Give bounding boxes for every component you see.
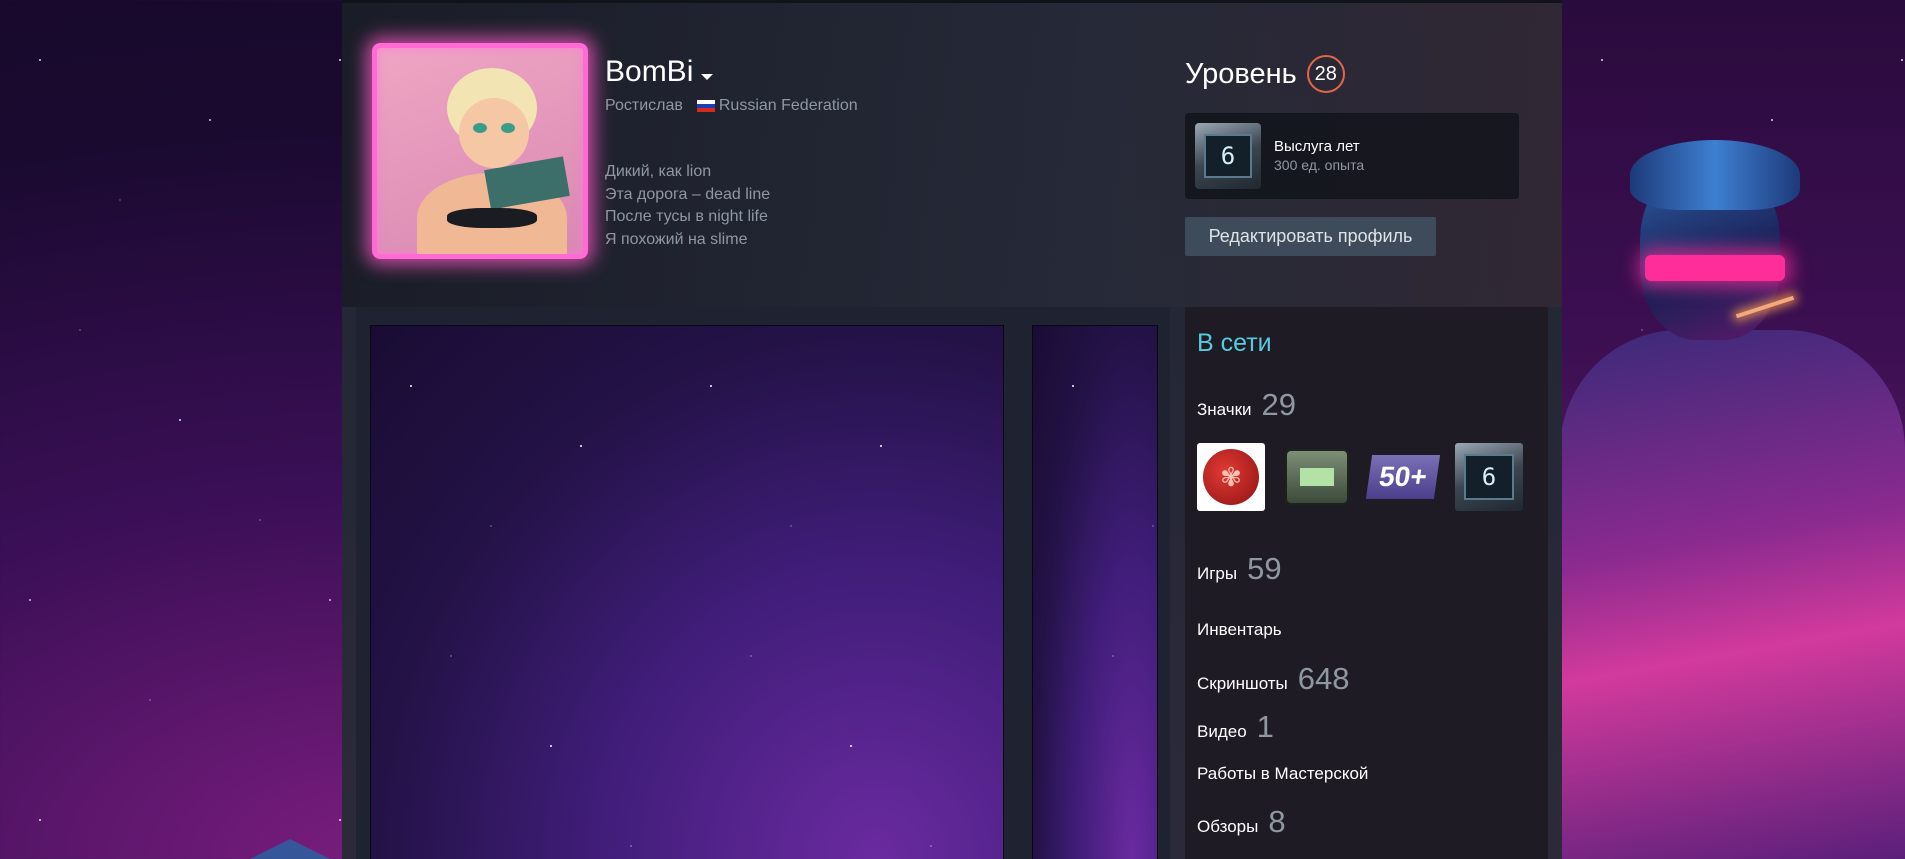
summary-line: Дикий, как lion xyxy=(605,163,712,180)
level-label: Уровень xyxy=(1185,57,1297,90)
screenshot-showcase xyxy=(356,307,1170,859)
wax-seal-icon: ✾ xyxy=(1203,449,1259,505)
background-mountain xyxy=(250,839,330,859)
real-name-row: Ростислав Russian Federation xyxy=(605,97,858,115)
reviews-label: Обзоры xyxy=(1197,817,1259,836)
years-of-service-badge-icon: 6 xyxy=(1195,123,1261,189)
fifty-plus-icon: 50+ xyxy=(1365,455,1441,499)
showcase-screenshot-main[interactable] xyxy=(370,325,1004,859)
chevron-down-icon xyxy=(701,74,714,80)
screenshots-label: Скриншоты xyxy=(1197,674,1288,693)
screenshots-count: 648 xyxy=(1297,661,1350,696)
background-left xyxy=(0,0,342,859)
showcase-screenshot-side[interactable] xyxy=(1032,325,1158,859)
screenshot-stars xyxy=(1033,326,1157,859)
screenshot-stars xyxy=(371,326,1003,859)
summary-line: После тусы в night life xyxy=(605,208,768,225)
games-link[interactable]: Игры 59 xyxy=(1197,551,1282,587)
avatar-eye xyxy=(501,123,515,133)
profile-sidebar: В сети Значки 29 ✾ 50+ 6 Игры 59 Инвента… xyxy=(1185,307,1548,859)
reviews-count: 8 xyxy=(1268,804,1286,839)
games-count: 59 xyxy=(1247,551,1282,586)
profile-panel: BomBi Ростислав Russian Federation Дикий… xyxy=(342,0,1562,859)
inventory-label: Инвентарь xyxy=(1197,620,1282,639)
avatar[interactable] xyxy=(372,43,588,259)
badge-icon-text: 6 xyxy=(1204,134,1252,178)
videos-link[interactable]: Видео 1 xyxy=(1197,709,1274,745)
username-dropdown[interactable]: BomBi xyxy=(605,55,714,89)
profile-summary: Дикий, как lion Эта дорога – dead line П… xyxy=(605,161,770,251)
badge-item[interactable]: 6 xyxy=(1455,443,1523,511)
hero-hair xyxy=(1630,140,1800,210)
badge-item[interactable] xyxy=(1283,443,1351,511)
summary-line: Я похожий на slime xyxy=(605,230,748,248)
badges-link[interactable]: Значки 29 xyxy=(1197,387,1296,423)
country: Russian Federation xyxy=(718,97,858,114)
background-stars xyxy=(0,0,342,859)
workshop-link[interactable]: Работы в Мастерской xyxy=(1197,764,1368,784)
games-label: Игры xyxy=(1197,564,1238,583)
username: BomBi xyxy=(605,55,694,88)
badge-xp: 300 ед. опыта xyxy=(1274,157,1365,173)
hero-glasses xyxy=(1645,255,1785,281)
device-screen xyxy=(1300,468,1334,486)
level-badge[interactable]: 28 xyxy=(1306,55,1345,93)
badges-row: ✾ 50+ 6 xyxy=(1197,443,1523,511)
badges-label: Значки xyxy=(1197,400,1252,419)
videos-label: Видео xyxy=(1197,722,1247,741)
location: Russian Federation xyxy=(696,97,858,115)
favorite-badge[interactable]: 6 Выслуга лет 300 ед. опыта xyxy=(1185,113,1519,199)
real-name: Ростислав xyxy=(605,97,683,114)
screenshots-link[interactable]: Скриншоты 648 xyxy=(1197,661,1350,697)
badge-item[interactable]: 50+ xyxy=(1365,443,1441,511)
summary-line: Эта дорога – dead line xyxy=(605,185,771,203)
edit-profile-button[interactable]: Редактировать профиль xyxy=(1185,217,1436,256)
device-icon xyxy=(1285,449,1349,505)
inventory-link[interactable]: Инвентарь xyxy=(1197,620,1282,640)
russia-flag-icon xyxy=(696,99,715,112)
avatar-face xyxy=(459,98,529,168)
profile-header: BomBi Ростислав Russian Federation Дикий… xyxy=(342,3,1562,307)
workshop-label: Работы в Мастерской xyxy=(1197,764,1369,783)
level-display: Уровень 28 xyxy=(1185,55,1345,93)
badge-title: Выслуга лет xyxy=(1274,138,1360,155)
videos-count: 1 xyxy=(1256,709,1274,744)
hero-body xyxy=(1560,330,1905,859)
background-hero-illustration xyxy=(1560,140,1905,859)
online-status: В сети xyxy=(1197,329,1272,357)
badge-item[interactable]: ✾ xyxy=(1197,443,1265,511)
reviews-link[interactable]: Обзоры 8 xyxy=(1197,804,1286,840)
years-badge-icon: 6 xyxy=(1464,454,1514,500)
avatar-bikini xyxy=(447,208,537,228)
badges-count: 29 xyxy=(1261,387,1297,422)
avatar-eye xyxy=(473,123,487,133)
